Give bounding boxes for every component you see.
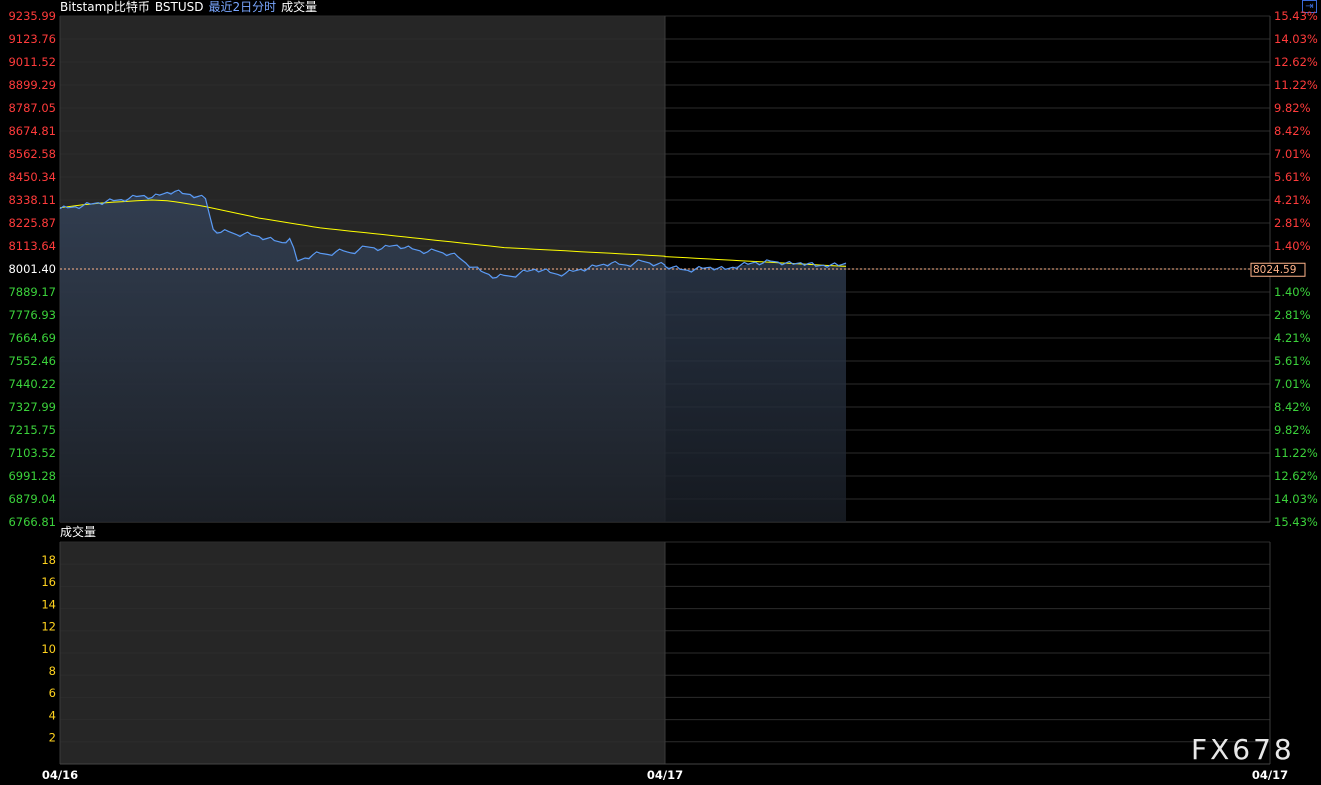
volume-axis-label: 18 xyxy=(41,553,56,567)
percent-axis-label: 12.62% xyxy=(1274,469,1318,483)
price-axis-label: 8787.05 xyxy=(8,101,56,115)
percent-axis-label: 7.01% xyxy=(1274,377,1311,391)
price-axis-label: 8450.34 xyxy=(8,170,56,184)
volume-axis-label: 14 xyxy=(41,597,56,611)
volume-axis-label: 6 xyxy=(49,686,56,700)
price-axis-label: 7440.22 xyxy=(8,377,56,391)
price-axis-label: 7664.69 xyxy=(8,331,56,345)
price-axis-label: 9011.52 xyxy=(8,55,56,69)
percent-axis-label: 8.42% xyxy=(1274,124,1311,138)
percent-axis-label: 2.81% xyxy=(1274,308,1311,322)
price-axis-label: 8899.29 xyxy=(8,78,56,92)
percent-axis-label: 4.21% xyxy=(1274,193,1311,207)
price-axis-label: 8562.58 xyxy=(8,147,56,161)
percent-axis-label: 5.61% xyxy=(1274,354,1311,368)
price-axis-label: 7776.93 xyxy=(8,308,56,322)
percent-axis-label: 11.22% xyxy=(1274,78,1318,92)
price-axis-label: 8001.40 xyxy=(8,262,56,276)
date-axis-label: 04/16 xyxy=(42,768,78,782)
price-axis-label: 6991.28 xyxy=(8,469,56,483)
volume-axis-label: 8 xyxy=(49,664,56,678)
percent-axis-label: 14.03% xyxy=(1274,32,1318,46)
volume-axis-label: 4 xyxy=(49,708,56,722)
percent-axis-label: 14.03% xyxy=(1274,492,1318,506)
chart-window: Bitstamp比特币 BSTUSD 最近2日分时 成交量 ⇥ 9235.99 9123… xyxy=(0,0,1321,785)
percent-axis-label: 9.82% xyxy=(1274,101,1311,115)
price-axis-label: 7103.52 xyxy=(8,446,56,460)
volume-axis-label: 2 xyxy=(49,731,56,745)
percent-axis-label: 1.40% xyxy=(1274,285,1311,299)
percent-axis-label: 15.43% xyxy=(1274,9,1318,23)
percent-axis-label: 9.82% xyxy=(1274,423,1311,437)
current-price-tag: 8024.59 xyxy=(1253,264,1296,276)
price-axis-label: 7215.75 xyxy=(8,423,56,437)
volume-axis-label: 10 xyxy=(41,642,56,656)
price-axis-label: 7552.46 xyxy=(8,354,56,368)
price-axis-label: 8674.81 xyxy=(8,124,56,138)
percent-axis-label: 15.43% xyxy=(1274,515,1318,529)
percent-axis-label: 5.61% xyxy=(1274,170,1311,184)
price-axis-label: 7327.99 xyxy=(8,400,56,414)
price-chart[interactable]: 9235.99 9123.76 9011.52 8899.29 8787.05 8674.… xyxy=(0,0,1321,785)
price-axis-label: 6766.81 xyxy=(8,515,56,529)
date-axis-label: 04/17 xyxy=(647,768,683,782)
price-axis-label: 8338.11 xyxy=(8,193,56,207)
percent-axis-label: 7.01% xyxy=(1274,147,1311,161)
price-axis-label: 8225.87 xyxy=(8,216,56,230)
price-axis-label: 8113.64 xyxy=(8,239,56,253)
percent-axis-label: 8.42% xyxy=(1274,400,1311,414)
volume-axis-label: 12 xyxy=(41,620,56,634)
percent-axis-label: 2.81% xyxy=(1274,216,1311,230)
price-axis-label: 6879.04 xyxy=(8,492,56,506)
price-axis-label: 9235.99 xyxy=(8,9,56,23)
percent-axis-label: 11.22% xyxy=(1274,446,1318,460)
watermark-logo: FX678 xyxy=(1191,733,1295,766)
percent-axis-label: 4.21% xyxy=(1274,331,1311,345)
percent-axis-label: 1.40% xyxy=(1274,239,1311,253)
price-axis-label: 7889.17 xyxy=(8,285,56,299)
volume-axis-label: 16 xyxy=(41,575,56,589)
volume-panel-title: 成交量 xyxy=(60,525,97,539)
percent-axis-label: 12.62% xyxy=(1274,55,1318,69)
date-axis-label: 04/17 xyxy=(1252,768,1288,782)
price-axis-label: 9123.76 xyxy=(8,32,56,46)
